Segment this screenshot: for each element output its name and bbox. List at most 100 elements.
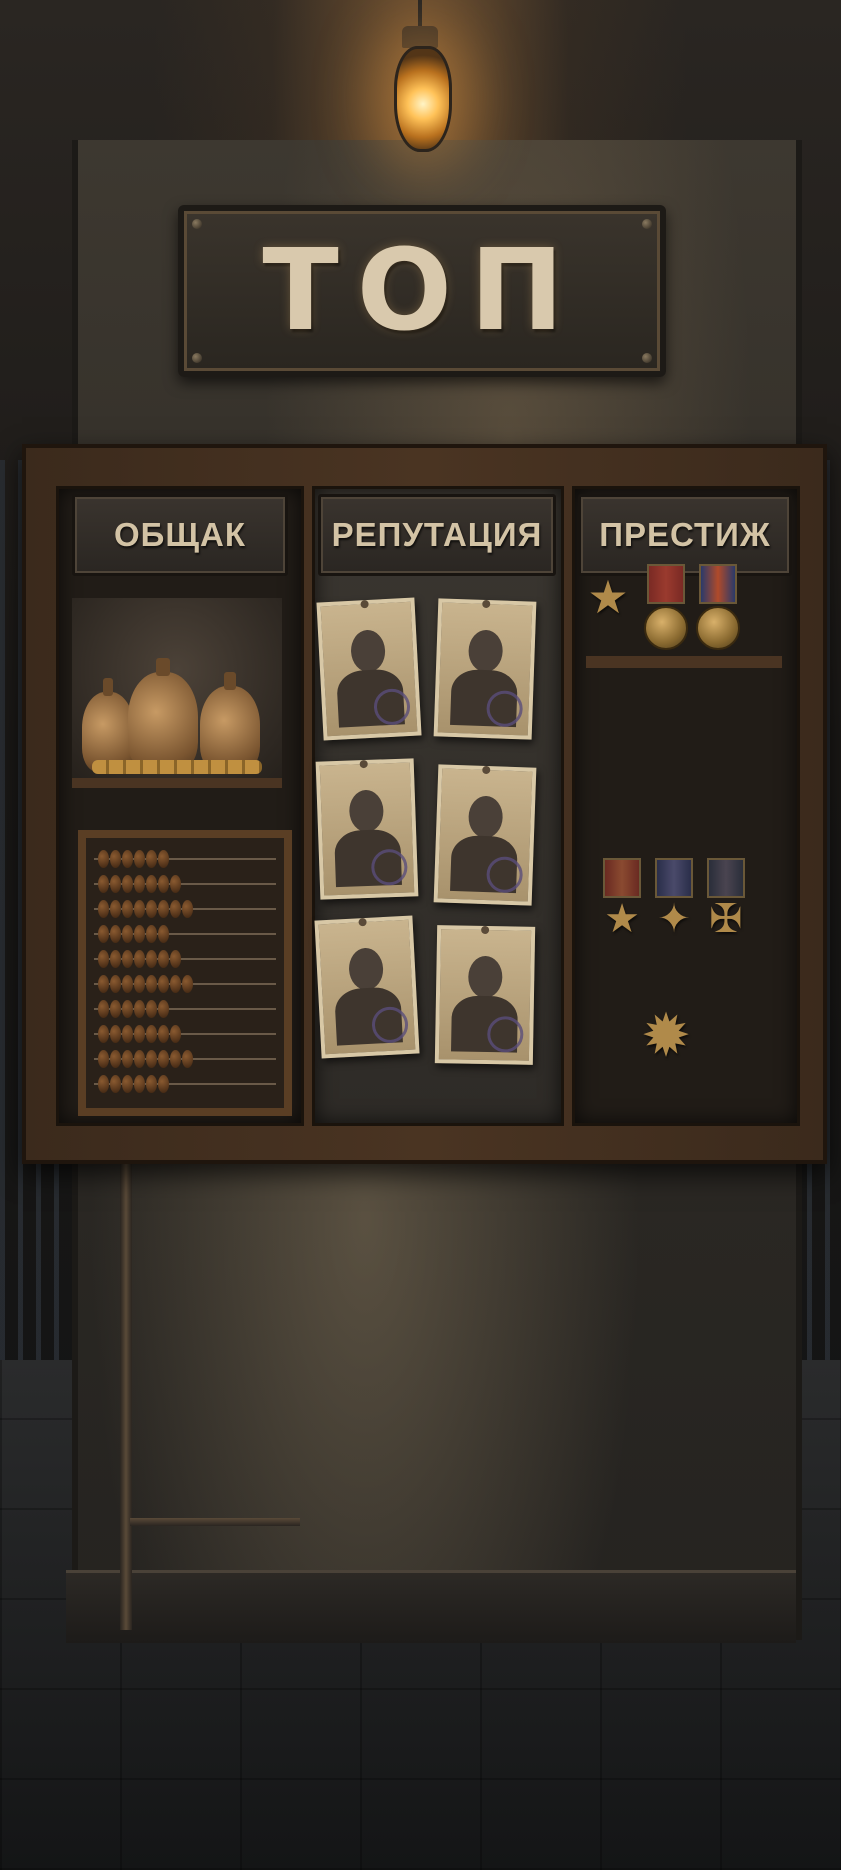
medal-shelf (586, 656, 782, 668)
mugshot-photo-icon[interactable] (316, 597, 422, 741)
abacus-bead (146, 925, 157, 943)
abacus-bead (134, 1075, 145, 1093)
medal-icon: ★ (600, 858, 644, 940)
mugshot-photo-icon[interactable] (433, 598, 537, 740)
abacus-bead (122, 1075, 133, 1093)
abacus-bead (122, 950, 133, 968)
abacus-rod (94, 996, 276, 1021)
abacus-bead (158, 1025, 169, 1043)
abacus-bead (182, 900, 193, 918)
coin-stack-icon (92, 760, 262, 774)
abacus-bead (98, 1000, 109, 1018)
abacus-rod (94, 971, 276, 996)
abacus-bead (146, 1050, 157, 1068)
abacus-bead (134, 850, 145, 868)
leaderboard-cabinet: ОБЩАК РЕПУТАЦИЯ ПРЕСТИЖ ★ ★ ✦ ✠ ✹ (22, 444, 827, 1164)
abacus-bead (122, 1000, 133, 1018)
abacus-bead (98, 950, 109, 968)
wall-pipe (120, 1160, 132, 1630)
medal-icon (644, 564, 688, 650)
abacus-bead (170, 1025, 181, 1043)
abacus-bead (146, 1000, 157, 1018)
ceiling-lamp-icon (380, 0, 460, 165)
abacus-bead (122, 1050, 133, 1068)
abacus-rod (94, 846, 276, 871)
tab-obshchak[interactable]: ОБЩАК (72, 494, 288, 576)
abacus-bead (158, 900, 169, 918)
abacus-bead (134, 975, 145, 993)
star-order-icon: ✹ (640, 1001, 692, 1071)
abacus-rod (94, 921, 276, 946)
prison-background: ТОП ОБЩАК РЕПУТАЦИЯ ПРЕСТИЖ ★ ★ ✦ ✠ ✹ (0, 0, 841, 1870)
medal-icon: ✠ (704, 858, 748, 940)
abacus-bead (122, 925, 133, 943)
abacus-bead (170, 1050, 181, 1068)
abacus-bead (122, 1025, 133, 1043)
money-shelf (72, 598, 282, 788)
abacus-bead (98, 875, 109, 893)
mugshot-photo-icon[interactable] (315, 758, 419, 900)
abacus-rod (94, 946, 276, 971)
abacus-bead (110, 875, 121, 893)
abacus-bead (134, 900, 145, 918)
abacus-bead (134, 1000, 145, 1018)
abacus-bead (182, 1050, 193, 1068)
abacus-bead (110, 1025, 121, 1043)
abacus-bead (146, 850, 157, 868)
abacus-bead (122, 850, 133, 868)
abacus-bead (98, 900, 109, 918)
tab-obshchak-label: ОБЩАК (114, 516, 246, 553)
star-order-icon: ★ (587, 570, 629, 624)
abacus-bead (146, 1075, 157, 1093)
abacus-bead (158, 875, 169, 893)
abacus-bead (146, 1025, 157, 1043)
abacus-bead (134, 925, 145, 943)
abacus-bead (158, 925, 169, 943)
abacus-bead (134, 875, 145, 893)
abacus-bead (146, 975, 157, 993)
money-bag-icon (128, 658, 198, 772)
abacus-bead (110, 1000, 121, 1018)
abacus-bead (170, 975, 181, 993)
abacus-bead (98, 1050, 109, 1068)
top-title-sign: ТОП (178, 205, 666, 377)
abacus-bead (158, 1050, 169, 1068)
tab-reputation-label: РЕПУТАЦИЯ (331, 516, 543, 553)
abacus-bead (146, 950, 157, 968)
abacus-bead (170, 900, 181, 918)
wall-pipe-horizontal (130, 1518, 300, 1526)
mugshot-photo-icon[interactable] (434, 925, 536, 1065)
tab-reputation[interactable]: РЕПУТАЦИЯ (318, 494, 556, 576)
abacus-bead (170, 950, 181, 968)
page-title: ТОП (262, 226, 582, 356)
tab-prestige-label: ПРЕСТИЖ (599, 516, 771, 553)
abacus-bead (122, 900, 133, 918)
abacus-bead (98, 850, 109, 868)
abacus-bead (110, 1050, 121, 1068)
mugshot-photo-icon[interactable] (314, 915, 420, 1059)
abacus-bead (110, 850, 121, 868)
abacus-bead (98, 1025, 109, 1043)
abacus-bead (110, 975, 121, 993)
abacus-bead (158, 975, 169, 993)
abacus-bead (98, 925, 109, 943)
abacus-rod (94, 1046, 276, 1071)
abacus-bead (134, 950, 145, 968)
abacus-bead (146, 900, 157, 918)
abacus-bead (134, 1025, 145, 1043)
abacus-rod (94, 871, 276, 896)
abacus-bead (110, 900, 121, 918)
abacus-bead (122, 975, 133, 993)
abacus-bead (158, 1000, 169, 1018)
abacus-bead (110, 925, 121, 943)
abacus-bead (110, 1075, 121, 1093)
abacus-rod (94, 1021, 276, 1046)
medal-icon (696, 564, 740, 650)
abacus-bead (158, 950, 169, 968)
abacus-bead (98, 1075, 109, 1093)
abacus-bead (158, 1075, 169, 1093)
mugshot-photo-icon[interactable] (433, 764, 537, 906)
abacus-bead (110, 950, 121, 968)
abacus-bead (146, 875, 157, 893)
abacus-rod (94, 896, 276, 921)
